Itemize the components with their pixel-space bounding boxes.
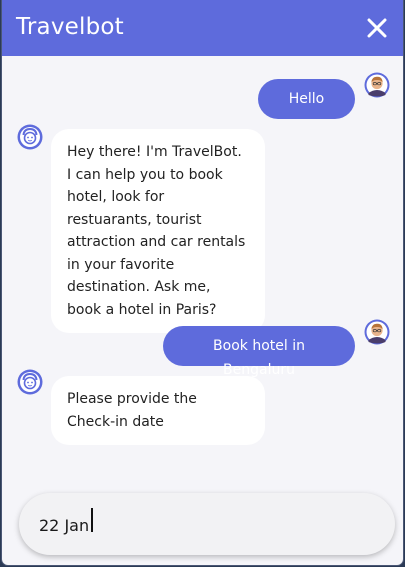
message-text: Hey there! I'm TravelBot. I can help you… bbox=[67, 144, 246, 318]
chat-header: Travelbot bbox=[2, 0, 403, 56]
message-text: Please provide the Check-in date bbox=[67, 391, 197, 430]
bot-message: Please provide the Check-in date bbox=[51, 376, 265, 445]
bot-avatar-icon bbox=[17, 124, 43, 150]
user-message: Book hotel in Bengaluru bbox=[163, 326, 355, 378]
user-avatar-icon bbox=[364, 72, 390, 98]
bot-avatar bbox=[17, 369, 43, 395]
message-composer bbox=[19, 493, 395, 555]
bot-avatar-icon bbox=[17, 369, 43, 395]
close-button[interactable] bbox=[363, 14, 391, 42]
user-avatar bbox=[364, 319, 390, 345]
chat-window: Travelbot Hello Hey there! I'm TravelBot… bbox=[2, 0, 403, 565]
message-text: Book hotel in Bengaluru bbox=[213, 338, 305, 378]
bot-message: Hey there! I'm TravelBot. I can help you… bbox=[51, 129, 265, 333]
close-icon bbox=[367, 18, 387, 38]
user-avatar-icon bbox=[364, 319, 390, 345]
text-caret bbox=[91, 508, 93, 532]
bot-avatar bbox=[17, 124, 43, 150]
app-title: Travelbot bbox=[16, 14, 124, 40]
user-message: Hello bbox=[258, 79, 355, 119]
message-input[interactable] bbox=[39, 511, 369, 539]
user-avatar bbox=[364, 72, 390, 98]
message-text: Hello bbox=[288, 91, 325, 107]
